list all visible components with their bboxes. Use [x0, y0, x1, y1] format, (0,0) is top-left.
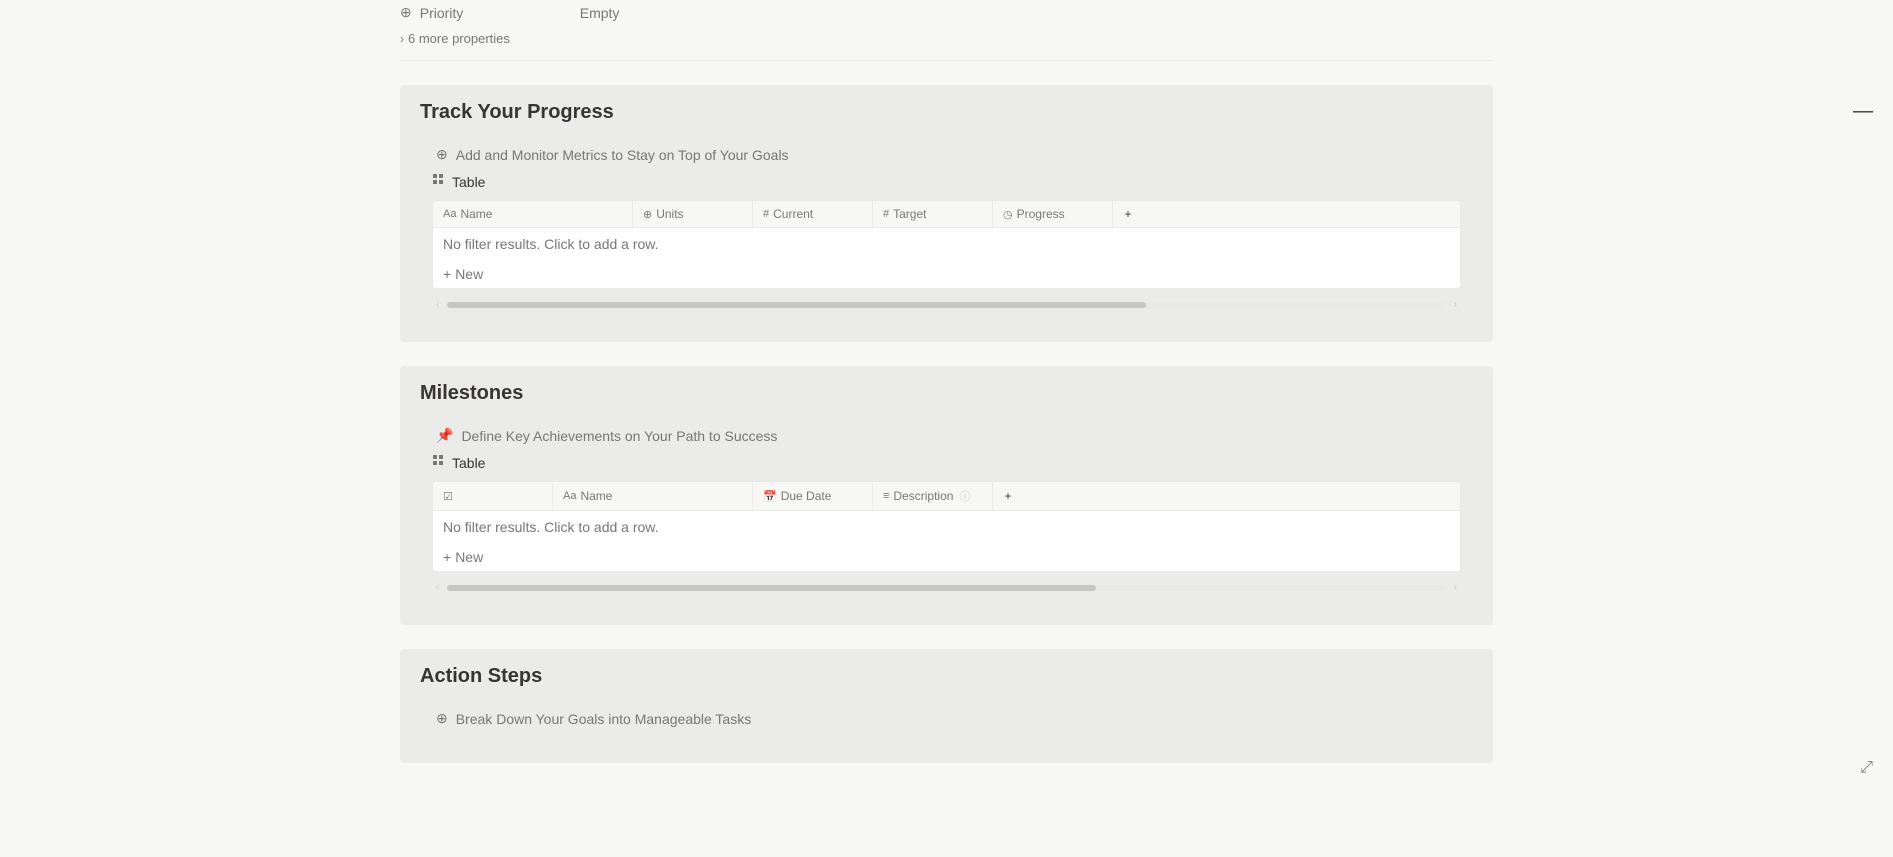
track-progress-table-header: Table: [432, 173, 1461, 190]
current-col-label: Current: [773, 207, 813, 221]
table-header: Aa Name ⊕ Units # Current #: [433, 201, 1460, 228]
progress-type-icon: ◷: [1003, 208, 1013, 221]
milestones-section: Milestones 📌 Define Key Achievements on …: [400, 366, 1493, 625]
description-column-header: ≡ Description ⓘ: [873, 482, 993, 510]
empty-row-text: No filter results. Click to add a row.: [443, 236, 659, 252]
track-progress-section: Track Your Progress ⊕ Add and Monitor Me…: [400, 85, 1493, 342]
milestones-scrollbar: ‹ ›: [432, 576, 1461, 599]
milestones-description-text: Define Key Achievements on Your Path to …: [461, 428, 777, 444]
current-column-header: # Current: [753, 201, 873, 227]
milestones-scroll-left-arrow[interactable]: ‹: [432, 580, 443, 595]
name-col-label: Name: [460, 207, 492, 221]
target-col-label: Target: [893, 207, 926, 221]
content-area: Track Your Progress ⊕ Add and Monitor Me…: [0, 85, 1893, 763]
scroll-right-arrow[interactable]: ›: [1450, 297, 1461, 312]
new-row-label: New: [455, 266, 483, 282]
due-date-column-header: 📅 Due Date: [753, 483, 873, 509]
milestones-name-col-label: Name: [580, 489, 612, 503]
milestones-new-row-label: New: [455, 549, 483, 565]
milestones-text-type-icon: Aa: [563, 490, 576, 502]
progress-column-header: ◷ Progress: [993, 201, 1113, 227]
milestones-table-header: Table: [432, 454, 1461, 471]
name-column-header: Aa Name: [433, 201, 633, 227]
milestones-add-column-button[interactable]: +: [993, 483, 1023, 509]
properties-section: ⊕ Priority Empty › 6 more properties: [0, 0, 1893, 61]
scroll-left-arrow[interactable]: ‹: [432, 297, 443, 312]
new-row-plus-icon: +: [443, 266, 451, 282]
units-col-label: Units: [656, 207, 683, 221]
description-col-label: Description: [893, 489, 953, 503]
milestones-name-column-header: Aa Name: [553, 483, 753, 509]
checkbox-column-header: ☑: [433, 484, 553, 509]
priority-property: ⊕ Priority Empty: [400, 0, 1493, 25]
plus-icon: +: [1124, 207, 1131, 221]
milestones-description: 📌 Define Key Achievements on Your Path t…: [432, 427, 1461, 444]
minimize-button[interactable]: —: [1853, 100, 1873, 123]
table-label: Table: [452, 174, 485, 190]
track-progress-scrollbar: ‹ ›: [432, 293, 1461, 316]
milestones-table-grid-icon: [432, 454, 446, 471]
text-type-icon: Aa: [443, 208, 456, 220]
milestones-scrollbar-track[interactable]: [447, 585, 1445, 591]
page-container: ⊕ Priority Empty › 6 more properties Tra…: [0, 0, 1893, 827]
tasks-icon: ⊕: [436, 710, 448, 727]
milestones-table-header-row: ☑ Aa Name 📅 Due Date ≡ Description: [433, 482, 1460, 511]
track-progress-database: ⊕ Add and Monitor Metrics to Stay on Top…: [420, 136, 1473, 326]
priority-icon: ⊕: [400, 4, 412, 21]
lines-type-icon: ≡: [883, 490, 889, 502]
track-progress-new-row[interactable]: + New: [433, 260, 1460, 288]
target-column-header: # Target: [873, 201, 993, 227]
action-steps-description-text: Break Down Your Goals into Manageable Ta…: [456, 711, 751, 727]
action-steps-database: ⊕ Break Down Your Goals into Manageable …: [420, 700, 1473, 747]
track-progress-table: Aa Name ⊕ Units # Current #: [432, 200, 1461, 289]
track-progress-title: Track Your Progress: [420, 101, 1473, 124]
metrics-icon: ⊕: [436, 146, 448, 163]
milestones-table-label: Table: [452, 455, 485, 471]
scrollbar-track[interactable]: [447, 302, 1445, 308]
due-date-col-label: Due Date: [781, 489, 832, 503]
priority-label: Priority: [420, 5, 580, 21]
action-steps-title: Action Steps: [420, 665, 1473, 688]
more-properties-toggle[interactable]: › 6 more properties: [400, 25, 1493, 52]
action-steps-description: ⊕ Break Down Your Goals into Manageable …: [432, 710, 1461, 727]
current-type-icon: #: [763, 208, 769, 220]
scrollbar-thumb: [447, 302, 1146, 308]
section-divider: [400, 60, 1493, 61]
milestones-empty-row[interactable]: No filter results. Click to add a row.: [433, 511, 1460, 543]
calendar-type-icon: 📅: [763, 490, 777, 503]
milestones-new-row[interactable]: + New: [433, 543, 1460, 571]
action-steps-section: Action Steps ⊕ Break Down Your Goals int…: [400, 649, 1493, 763]
progress-col-label: Progress: [1017, 207, 1065, 221]
add-column-button[interactable]: +: [1113, 201, 1143, 227]
milestones-table: ☑ Aa Name 📅 Due Date ≡ Description: [432, 481, 1461, 572]
track-progress-description-text: Add and Monitor Metrics to Stay on Top o…: [456, 147, 789, 163]
milestones-empty-row-text: No filter results. Click to add a row.: [443, 519, 659, 535]
expand-button[interactable]: ⤢: [1860, 759, 1873, 777]
pin-icon: 📌: [436, 427, 453, 444]
milestones-plus-icon: +: [1004, 489, 1011, 503]
chevron-down-icon: ›: [400, 32, 404, 46]
table-grid-icon: [432, 173, 446, 190]
milestones-title: Milestones: [420, 382, 1473, 405]
milestones-new-row-plus-icon: +: [443, 549, 451, 565]
track-progress-description: ⊕ Add and Monitor Metrics to Stay on Top…: [432, 146, 1461, 163]
target-type-icon: #: [883, 208, 889, 220]
units-column-header: ⊕ Units: [633, 201, 753, 227]
units-type-icon: ⊕: [643, 208, 652, 221]
milestones-database: 📌 Define Key Achievements on Your Path t…: [420, 417, 1473, 609]
track-progress-empty-row[interactable]: No filter results. Click to add a row.: [433, 228, 1460, 260]
milestones-scrollbar-thumb: [447, 585, 1096, 591]
checkbox-type-icon: ☑: [443, 490, 453, 503]
milestones-scroll-right-arrow[interactable]: ›: [1450, 580, 1461, 595]
more-properties-label: 6 more properties: [408, 31, 510, 46]
description-info-icon: ⓘ: [959, 488, 970, 504]
priority-value: Empty: [580, 5, 620, 21]
